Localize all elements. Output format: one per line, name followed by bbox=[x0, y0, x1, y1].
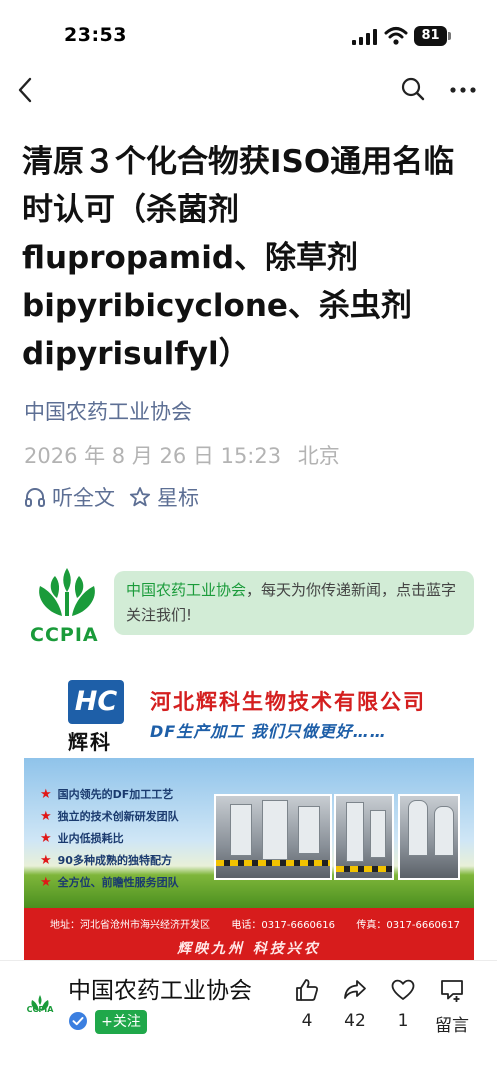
hc-logo-name: 辉科 bbox=[68, 730, 112, 754]
share-button[interactable]: 42 bbox=[335, 977, 375, 1031]
cellular-signal-icon bbox=[352, 29, 377, 45]
favorite-button[interactable]: 1 bbox=[383, 977, 423, 1031]
status-time: 23:53 bbox=[64, 24, 127, 46]
battery-level: 81 bbox=[414, 26, 447, 46]
comment-icon bbox=[441, 980, 463, 1002]
article-meta: 2026 年 8 月 26 日 15:23 北京 bbox=[24, 440, 350, 470]
publish-location: 北京 bbox=[297, 444, 340, 468]
ad-contact-line: 地址：河北省沧州市海兴经济开发区 电话：0317-6660616 传真：0317… bbox=[50, 916, 460, 931]
heart-icon bbox=[391, 979, 415, 1000]
ad-feature: ★ 全方位、前瞻性服务团队 bbox=[40, 875, 179, 890]
factory-photo-1 bbox=[214, 794, 332, 880]
account-name[interactable]: 中国农药工业协会 bbox=[68, 971, 252, 1005]
ad-feature: ★ 业内低损耗比 bbox=[40, 831, 124, 846]
back-icon[interactable] bbox=[14, 76, 38, 104]
favorite-count: 1 bbox=[397, 1011, 409, 1031]
ad-motto: 辉映九州 科技兴农 bbox=[177, 941, 321, 957]
article-title: 清原３个化合物获ISO通用名临时认可（杀菌剂flupropamid、除草剂bip… bbox=[22, 144, 455, 372]
follow-button[interactable]: +关注 bbox=[95, 1010, 147, 1034]
company-ad-image[interactable]: HC 辉科 河北辉科生物技术有限公司 DF生产加工 我们只做更好…… ★ 国内领先… bbox=[24, 670, 474, 960]
ad-feature: ★ 90多种成熟的独特配方 bbox=[40, 853, 172, 868]
star-label: 星标 bbox=[157, 486, 199, 510]
ad-footer: 地址：河北省沧州市海兴经济开发区 电话：0317-6660616 传真：0317… bbox=[24, 908, 474, 960]
follow-org-name: 中国农药工业协会 bbox=[126, 581, 247, 599]
search-icon[interactable] bbox=[400, 76, 426, 102]
comment-label: 留言 bbox=[435, 1016, 469, 1036]
avatar-text: CCPIA bbox=[26, 1005, 54, 1014]
like-count: 4 bbox=[301, 1011, 313, 1031]
star-button[interactable]: 星标 bbox=[129, 482, 199, 512]
battery-indicator: 81 bbox=[414, 26, 452, 46]
hc-logo: HC bbox=[68, 680, 124, 724]
ad-factory-scene: ★ 国内领先的DF加工工艺 ★ 独立的技术创新研发团队 ★ 业内低损耗比 ★ 90多种成… bbox=[24, 758, 474, 908]
ad-feature: ★ 独立的技术创新研发团队 bbox=[40, 809, 179, 824]
thumbs-up-icon bbox=[296, 979, 319, 1001]
author-link[interactable]: 中国农药工业协会 bbox=[24, 396, 192, 426]
factory-photo-3 bbox=[398, 794, 460, 880]
share-count: 42 bbox=[344, 1011, 366, 1031]
article-actions: 听全文 星标 bbox=[24, 482, 213, 512]
headphones-icon bbox=[25, 488, 45, 507]
battery-tip bbox=[448, 32, 451, 40]
ccpia-logo-text: CCPIA bbox=[30, 624, 99, 646]
ad-feature-list: ★ 国内领先的DF加工工艺 ★ 独立的技术创新研发团队 ★ 业内低损耗比 ★ 90多种成… bbox=[40, 784, 179, 894]
wifi-icon bbox=[384, 27, 408, 45]
star-icon bbox=[129, 487, 151, 507]
factory-photo-2 bbox=[334, 794, 394, 880]
share-icon bbox=[344, 980, 366, 999]
status-bar: 23:53 81 bbox=[0, 0, 497, 70]
bottom-bar: CCPIA 中国农药工业协会 +关注 4 42 1 留言 bbox=[0, 960, 497, 1080]
ad-header: HC 辉科 河北辉科生物技术有限公司 DF生产加工 我们只做更好…… bbox=[24, 670, 474, 758]
comment-button[interactable]: 留言 bbox=[432, 977, 472, 1036]
nav-bar bbox=[0, 70, 497, 110]
more-icon[interactable] bbox=[448, 78, 478, 102]
ad-address: 地址：河北省沧州市海兴经济开发区 bbox=[50, 920, 210, 931]
ad-fax: 传真：0317-6660617 bbox=[356, 920, 460, 931]
verified-icon bbox=[69, 1012, 87, 1030]
follow-prompt-bubble[interactable]: 中国农药工业协会，每天为你传递新闻，点击蓝字关注我们! bbox=[114, 571, 474, 635]
ad-slogan: DF生产加工 我们只做更好…… bbox=[150, 722, 387, 741]
publish-date: 2026 年 8 月 26 日 15:23 bbox=[24, 444, 282, 468]
ad-company-name: 河北辉科生物技术有限公司 bbox=[150, 690, 426, 714]
like-button[interactable]: 4 bbox=[287, 977, 327, 1031]
ad-phone: 电话：0317-6660616 bbox=[231, 920, 335, 931]
listen-button[interactable]: 听全文 bbox=[24, 482, 115, 512]
listen-label: 听全文 bbox=[52, 486, 115, 510]
ad-feature: ★ 国内领先的DF加工工艺 bbox=[40, 787, 174, 802]
